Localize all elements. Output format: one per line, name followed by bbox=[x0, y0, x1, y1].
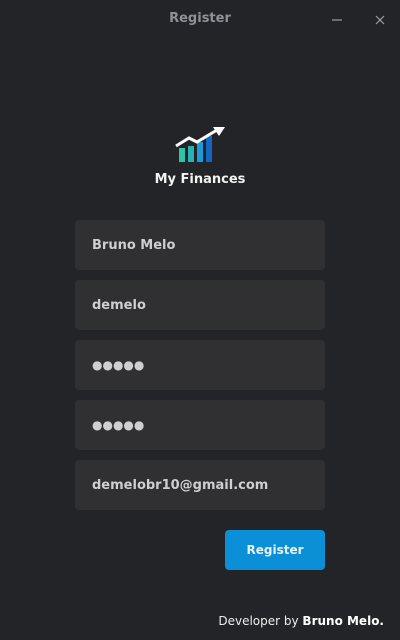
name-field[interactable] bbox=[75, 220, 325, 270]
bar-chart-trend-up-icon bbox=[175, 127, 225, 162]
footer-author: Bruno Melo. bbox=[302, 614, 384, 628]
email-field[interactable] bbox=[75, 460, 325, 510]
username-field[interactable] bbox=[75, 280, 325, 330]
password-field[interactable] bbox=[75, 340, 325, 390]
title-bar: Register bbox=[0, 0, 400, 40]
close-button[interactable] bbox=[368, 8, 392, 32]
footer-credit: Developer by Bruno Melo. bbox=[218, 614, 384, 628]
register-button[interactable]: Register bbox=[225, 530, 325, 570]
minimize-icon bbox=[332, 19, 342, 21]
confirm-password-field[interactable] bbox=[75, 400, 325, 450]
close-icon bbox=[375, 15, 385, 25]
app-name: My Finances bbox=[154, 172, 246, 187]
minimize-button[interactable] bbox=[325, 8, 349, 32]
footer-prefix: Developer by bbox=[218, 614, 303, 628]
